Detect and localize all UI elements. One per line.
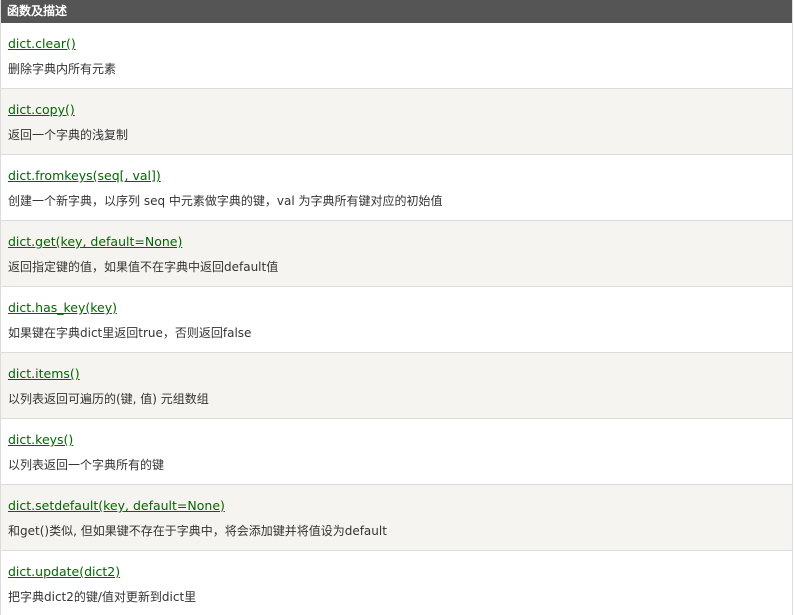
function-link[interactable]: dict.clear() (8, 36, 76, 52)
table-header: 函数及描述 (1, 0, 792, 23)
function-link[interactable]: dict.fromkeys(seq[, val]) (8, 168, 161, 184)
table-row: dict.get(key, default=None) 返回指定键的值，如果值不… (1, 221, 792, 287)
function-description: 返回一个字典的浅复制 (8, 128, 129, 142)
table-row: dict.items() 以列表返回可遍历的(键, 值) 元组数组 (1, 353, 792, 419)
function-link[interactable]: dict.get(key, default=None) (8, 234, 182, 250)
function-link[interactable]: dict.copy() (8, 102, 75, 118)
table-row: dict.keys() 以列表返回一个字典所有的键 (1, 419, 792, 485)
table-row: dict.clear() 删除字典内所有元素 (1, 23, 792, 89)
table-row: dict.fromkeys(seq[, val]) 创建一个新字典，以序列 se… (1, 155, 792, 221)
function-link[interactable]: dict.has_key(key) (8, 300, 117, 316)
function-description: 把字典dict2的键/值对更新到dict里 (8, 590, 197, 604)
function-link[interactable]: dict.setdefault(key, default=None) (8, 498, 225, 514)
table-row: dict.copy() 返回一个字典的浅复制 (1, 89, 792, 155)
dict-methods-table: 函数及描述 dict.clear() 删除字典内所有元素 dict.copy()… (0, 0, 793, 615)
table-row: dict.setdefault(key, default=None) 和get(… (1, 485, 792, 551)
function-description: 和get()类似, 但如果键不存在于字典中，将会添加键并将值设为default (8, 524, 387, 538)
function-link[interactable]: dict.items() (8, 366, 80, 382)
function-link[interactable]: dict.keys() (8, 432, 73, 448)
function-description: 删除字典内所有元素 (8, 62, 117, 76)
function-description: 返回指定键的值，如果值不在字典中返回default值 (8, 260, 279, 274)
function-description: 如果键在字典dict里返回true，否则返回false (8, 326, 252, 340)
table-row: dict.has_key(key) 如果键在字典dict里返回true，否则返回… (1, 287, 792, 353)
function-description: 创建一个新字典，以序列 seq 中元素做字典的键，val 为字典所有键对应的初始… (8, 194, 443, 208)
function-description: 以列表返回一个字典所有的键 (8, 458, 165, 472)
function-description: 以列表返回可遍历的(键, 值) 元组数组 (8, 392, 209, 406)
function-link[interactable]: dict.update(dict2) (8, 564, 120, 580)
table-row: dict.update(dict2) 把字典dict2的键/值对更新到dict里 (1, 551, 792, 615)
